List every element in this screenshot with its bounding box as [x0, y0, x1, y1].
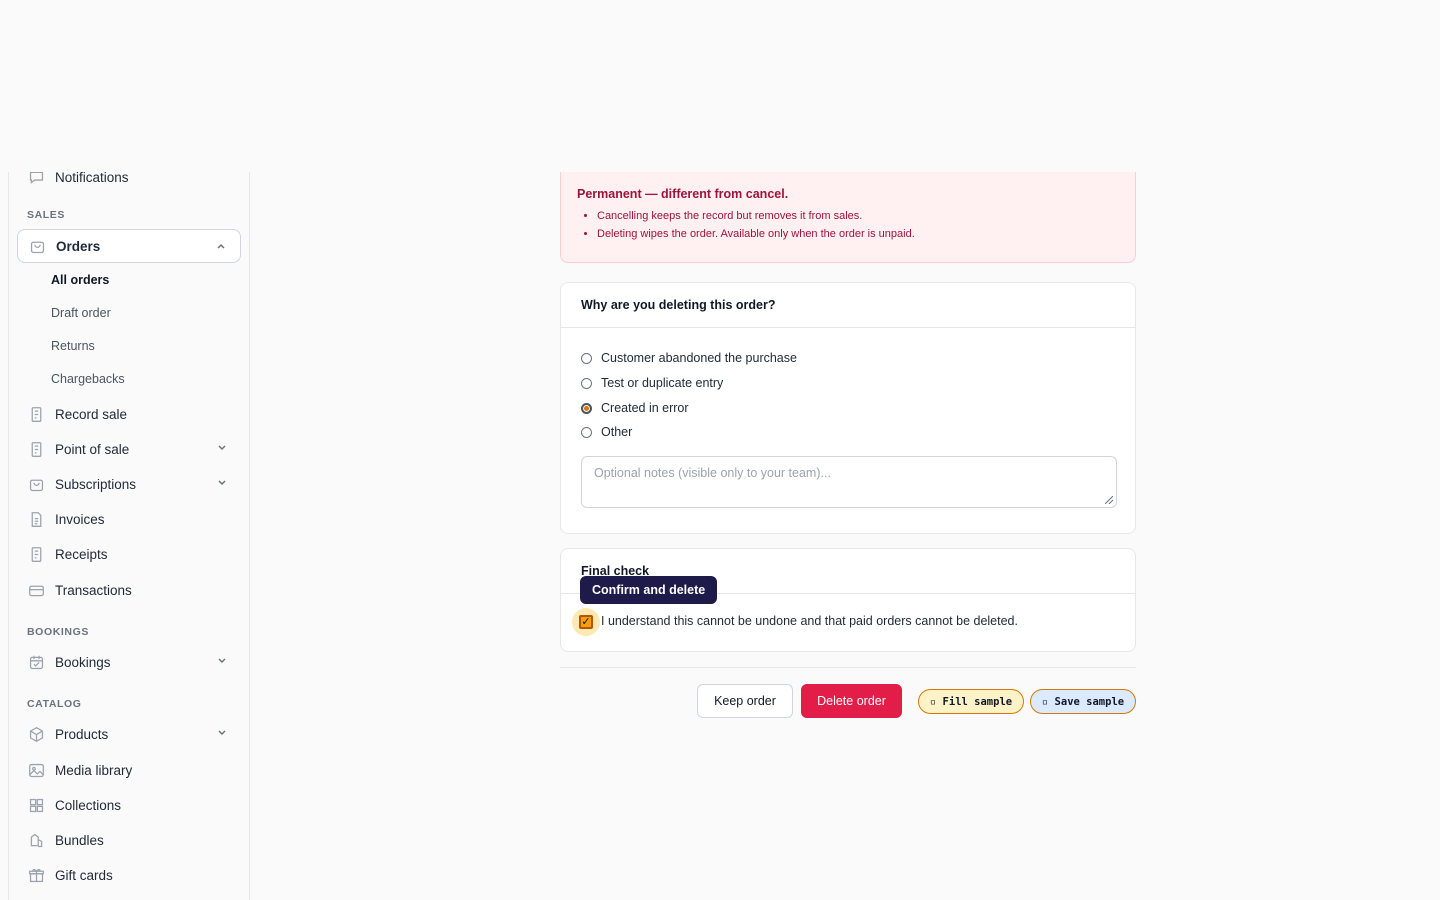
sidebar-subitem-all-orders[interactable]: All orders — [51, 273, 109, 287]
sidebar-item-label: Transactions — [55, 582, 132, 598]
radio-button-selected[interactable] — [581, 402, 592, 414]
confirm-tooltip: Confirm and delete — [580, 576, 718, 604]
notes-placeholder: Optional notes (visible only to your tea… — [594, 466, 831, 480]
sidebar-item-label: Record sale — [55, 406, 128, 422]
fill-sample-label: Fill sample — [942, 695, 1013, 708]
alert-bullet: Deleting wipes the order. Available only… — [597, 228, 1119, 240]
small-square-icon: ▫ — [929, 695, 943, 708]
receipt-icon — [27, 440, 45, 458]
fill-sample-button[interactable]: ▫ Fill sample — [918, 689, 1024, 714]
sidebar-item-media-library[interactable]: Media library — [17, 753, 241, 787]
reason-option-other[interactable]: Other — [581, 425, 632, 439]
divider — [560, 667, 1136, 668]
radio-label: Created in error — [601, 401, 689, 415]
sidebar-item-point-of-sale[interactable]: Point of sale — [17, 432, 241, 466]
chevron-down-icon — [218, 658, 226, 664]
radio-button[interactable] — [581, 426, 592, 438]
delete-reason-card: Why are you deleting this order? Custome… — [560, 282, 1136, 534]
sidebar-item-products[interactable]: Products — [17, 717, 241, 751]
reason-option-created-in-error[interactable]: Created in error — [581, 401, 689, 415]
resize-grip-icon[interactable] — [1105, 496, 1113, 504]
reason-option-test-duplicate[interactable]: Test or duplicate entry — [581, 376, 723, 390]
radio-button[interactable] — [581, 377, 592, 389]
cube-icon — [27, 725, 45, 743]
section-label-sales: SALES — [27, 209, 66, 221]
section-label-bookings: BOOKINGS — [27, 626, 89, 638]
radio-label: Customer abandoned the purchase — [601, 351, 797, 365]
sidebar-item-label: Point of sale — [55, 441, 130, 457]
sidebar-item-label: Orders — [56, 238, 101, 254]
section-label-catalog: CATALOG — [27, 698, 82, 710]
confirm-checkbox-label[interactable]: I understand this cannot be undone and t… — [601, 614, 1018, 628]
sidebar-item-label: Media library — [55, 762, 133, 778]
sidebar-item-notifications[interactable]: Notifications — [17, 172, 241, 194]
calendar-icon — [27, 653, 45, 671]
confirm-checkbox-focus-ring[interactable]: ✓ — [572, 608, 600, 636]
card-title: Why are you deleting this order? — [561, 283, 1135, 328]
alert-bullet-list: Cancelling keeps the record but removes … — [577, 210, 1119, 240]
keep-order-button[interactable]: Keep order — [697, 684, 793, 718]
confirm-checkbox[interactable]: ✓ — [579, 615, 593, 629]
receipt-icon — [27, 545, 45, 563]
shopping-bag-icon — [28, 237, 46, 255]
permanent-delete-alert: Permanent — different from cancel. Cance… — [560, 172, 1136, 263]
save-sample-button[interactable]: ▫ Save sample — [1030, 689, 1136, 714]
chevron-down-icon — [218, 730, 226, 736]
sidebar-item-transactions[interactable]: Transactions — [17, 573, 241, 607]
save-sample-label: Save sample — [1054, 695, 1125, 708]
sidebar: Notifications SALES Orders All orders Dr… — [8, 172, 250, 900]
document-icon — [27, 510, 45, 528]
sidebar-item-collections[interactable]: Collections — [17, 788, 241, 822]
bundle-icon — [27, 831, 45, 849]
grid-icon — [27, 796, 45, 814]
receipt-icon — [27, 405, 45, 423]
shopping-bag-icon — [27, 475, 45, 493]
sidebar-item-orders[interactable]: Orders — [17, 229, 241, 263]
sidebar-item-bookings[interactable]: Bookings — [17, 645, 241, 679]
radio-label: Other — [601, 425, 633, 439]
chevron-down-icon — [218, 480, 226, 486]
gift-icon — [27, 866, 45, 884]
sidebar-item-gift-cards[interactable]: Gift cards — [17, 858, 241, 892]
sidebar-item-label: Products — [55, 726, 109, 742]
check-icon: ✓ — [581, 615, 591, 628]
notes-textarea[interactable]: Optional notes (visible only to your tea… — [581, 456, 1117, 508]
sidebar-item-bundles[interactable]: Bundles — [17, 823, 241, 857]
sidebar-item-record-sale[interactable]: Record sale — [17, 397, 241, 431]
sidebar-item-receipts[interactable]: Receipts — [17, 537, 241, 571]
sidebar-item-label: Subscriptions — [55, 476, 137, 492]
sidebar-item-label: Invoices — [55, 511, 105, 527]
sidebar-item-label: Receipts — [55, 546, 108, 562]
sidebar-item-label: Collections — [55, 797, 122, 813]
radio-button[interactable] — [581, 352, 592, 364]
sidebar-item-invoices[interactable]: Invoices — [17, 502, 241, 536]
alert-bullet: Cancelling keeps the record but removes … — [597, 210, 1119, 222]
sidebar-subitem-draft-order[interactable]: Draft order — [51, 306, 111, 320]
sidebar-item-label: Notifications — [55, 172, 129, 185]
sidebar-item-label: Bookings — [55, 654, 111, 670]
credit-card-icon — [27, 581, 45, 599]
sidebar-subitem-chargebacks[interactable]: Chargebacks — [51, 372, 125, 386]
delete-order-button[interactable]: Delete order — [801, 684, 902, 718]
sidebar-item-label: Bundles — [55, 832, 104, 848]
sidebar-subitem-returns[interactable]: Returns — [51, 339, 95, 353]
reason-option-abandoned[interactable]: Customer abandoned the purchase — [581, 351, 797, 365]
chevron-down-icon — [218, 445, 226, 451]
chat-icon — [27, 172, 45, 186]
chevron-up-icon — [217, 243, 225, 249]
alert-title: Permanent — different from cancel. — [577, 187, 789, 201]
image-icon — [27, 761, 45, 779]
sidebar-item-label: Gift cards — [55, 867, 113, 883]
radio-label: Test or duplicate entry — [601, 376, 724, 390]
sidebar-item-subscriptions[interactable]: Subscriptions — [17, 467, 241, 501]
small-square-icon: ▫ — [1041, 695, 1055, 708]
